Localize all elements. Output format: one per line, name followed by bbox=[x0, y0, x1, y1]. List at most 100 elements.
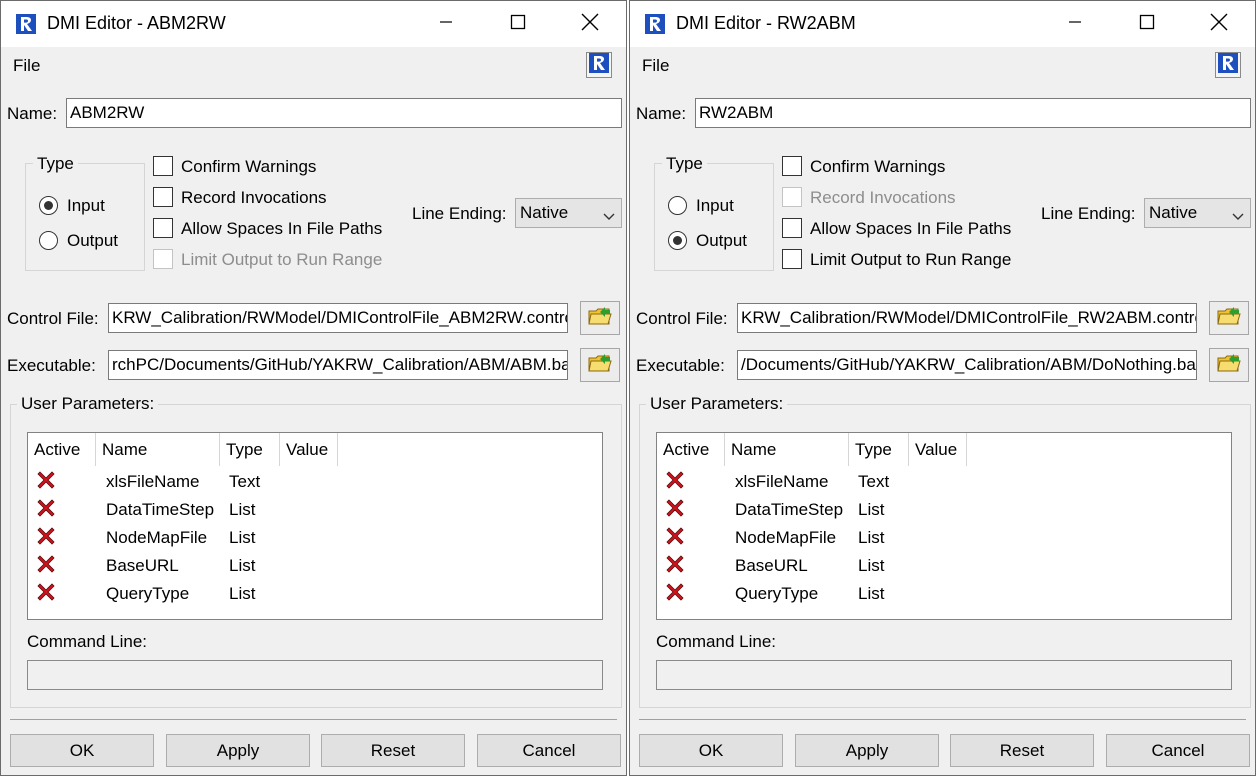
browse-control-file-button[interactable] bbox=[580, 301, 620, 335]
inactive-x-icon[interactable] bbox=[666, 583, 684, 606]
riverware-help-button[interactable] bbox=[586, 52, 612, 78]
table-row[interactable]: QueryType List bbox=[657, 581, 1231, 609]
limit-output-to-run-range-label: Limit Output to Run Range bbox=[181, 250, 383, 269]
maximize-button[interactable] bbox=[482, 1, 554, 47]
column-header-value[interactable]: Value bbox=[280, 433, 338, 466]
browse-executable-button[interactable] bbox=[580, 348, 620, 382]
executable-field[interactable]: /Documents/GitHub/YAKRW_Calibration/ABM/… bbox=[737, 350, 1197, 380]
inactive-x-icon[interactable] bbox=[37, 527, 55, 550]
command-line-label: Command Line: bbox=[27, 632, 148, 651]
table-row[interactable]: DataTimeStep List bbox=[28, 497, 602, 525]
control-file-label: Control File: bbox=[636, 309, 728, 328]
ok-button[interactable]: OK bbox=[639, 734, 783, 767]
close-button[interactable] bbox=[1183, 1, 1255, 47]
cancel-button[interactable]: Cancel bbox=[1106, 734, 1250, 767]
control-file-field[interactable]: KRW_Calibration/RWModel/DMIControlFile_A… bbox=[108, 303, 568, 333]
inactive-x-icon[interactable] bbox=[37, 555, 55, 578]
maximize-button[interactable] bbox=[1111, 1, 1183, 47]
table-row[interactable]: NodeMapFile List bbox=[28, 525, 602, 553]
name-field[interactable]: ABM2RW bbox=[66, 98, 622, 128]
inactive-x-icon[interactable] bbox=[37, 471, 55, 494]
executable-label: Executable: bbox=[636, 356, 725, 375]
column-header-type[interactable]: Type bbox=[220, 433, 280, 466]
control-file-field[interactable]: KRW_Calibration/RWModel/DMIControlFile_R… bbox=[737, 303, 1197, 333]
minimize-icon bbox=[439, 14, 453, 34]
output-radio[interactable] bbox=[668, 231, 687, 250]
title-bar[interactable]: DMI Editor - ABM2RW bbox=[1, 1, 626, 47]
apply-button[interactable]: Apply bbox=[795, 734, 939, 767]
record-invocations-checkbox[interactable] bbox=[153, 187, 173, 207]
close-button[interactable] bbox=[554, 1, 626, 47]
line-ending-label: Line Ending: bbox=[1041, 204, 1136, 223]
limit-output-to-run-range-label: Limit Output to Run Range bbox=[810, 250, 1012, 269]
menu-file[interactable]: File bbox=[642, 56, 669, 76]
param-name: NodeMapFile bbox=[106, 528, 208, 547]
minimize-button[interactable] bbox=[410, 1, 482, 47]
inactive-x-icon[interactable] bbox=[666, 527, 684, 550]
column-header-type[interactable]: Type bbox=[849, 433, 909, 466]
inactive-x-icon[interactable] bbox=[666, 471, 684, 494]
line-ending-value: Native bbox=[520, 203, 569, 222]
inactive-x-icon[interactable] bbox=[37, 499, 55, 522]
inactive-x-icon[interactable] bbox=[666, 555, 684, 578]
menu-bar: File bbox=[1, 47, 626, 83]
inactive-x-icon[interactable] bbox=[37, 583, 55, 606]
input-radio[interactable] bbox=[39, 196, 58, 215]
window-title: DMI Editor - ABM2RW bbox=[47, 13, 226, 33]
output-radio[interactable] bbox=[39, 231, 58, 250]
param-type: List bbox=[229, 584, 256, 603]
line-ending-select[interactable]: Native bbox=[1144, 198, 1251, 228]
reset-button[interactable]: Reset bbox=[321, 734, 465, 767]
reset-button[interactable]: Reset bbox=[950, 734, 1094, 767]
input-radio[interactable] bbox=[668, 196, 687, 215]
riverware-app-icon bbox=[16, 14, 36, 34]
param-type: List bbox=[858, 584, 885, 603]
dmi-editor-window-abm2rw: DMI Editor - ABM2RW File Name: ABM2RW Type In… bbox=[0, 0, 627, 776]
cancel-button[interactable]: Cancel bbox=[477, 734, 621, 767]
column-header-value[interactable]: Value bbox=[909, 433, 967, 466]
window-title: DMI Editor - RW2ABM bbox=[676, 13, 856, 33]
apply-button[interactable]: Apply bbox=[166, 734, 310, 767]
confirm-warnings-label: Confirm Warnings bbox=[810, 157, 946, 176]
ok-button[interactable]: OK bbox=[10, 734, 154, 767]
allow-spaces-in-file-paths-checkbox[interactable] bbox=[782, 218, 802, 238]
limit-output-to-run-range-checkbox[interactable] bbox=[782, 249, 802, 269]
open-folder-icon bbox=[587, 352, 613, 379]
table-row[interactable]: BaseURL List bbox=[28, 553, 602, 581]
browse-control-file-button[interactable] bbox=[1209, 301, 1249, 335]
name-field[interactable]: RW2ABM bbox=[695, 98, 1251, 128]
line-ending-value: Native bbox=[1149, 203, 1198, 222]
column-header-name[interactable]: Name bbox=[96, 433, 220, 466]
param-type: List bbox=[858, 556, 885, 575]
user-parameters-table[interactable]: Active Name Type Value xlsFileName Text DataTi… bbox=[656, 432, 1232, 620]
confirm-warnings-checkbox[interactable] bbox=[782, 156, 802, 176]
riverware-help-button[interactable] bbox=[1215, 52, 1241, 78]
table-row[interactable]: BaseURL List bbox=[657, 553, 1231, 581]
menu-file[interactable]: File bbox=[13, 56, 40, 76]
user-parameters-table[interactable]: Active Name Type Value xlsFileName Text DataTi… bbox=[27, 432, 603, 620]
column-header-active[interactable]: Active bbox=[28, 433, 96, 466]
line-ending-select[interactable]: Native bbox=[515, 198, 622, 228]
command-line-label: Command Line: bbox=[656, 632, 777, 651]
chevron-down-icon bbox=[1232, 207, 1244, 227]
allow-spaces-in-file-paths-checkbox[interactable] bbox=[153, 218, 173, 238]
input-radio-label: Input bbox=[696, 196, 734, 215]
minimize-button[interactable] bbox=[1039, 1, 1111, 47]
table-row[interactable]: xlsFileName Text bbox=[657, 469, 1231, 497]
user-parameters-title: User Parameters: bbox=[17, 394, 159, 414]
table-row[interactable]: DataTimeStep List bbox=[657, 497, 1231, 525]
browse-executable-button[interactable] bbox=[1209, 348, 1249, 382]
table-row[interactable]: NodeMapFile List bbox=[657, 525, 1231, 553]
column-header-active[interactable]: Active bbox=[657, 433, 725, 466]
param-type: List bbox=[229, 500, 256, 519]
confirm-warnings-checkbox[interactable] bbox=[153, 156, 173, 176]
executable-field[interactable]: rchPC/Documents/GitHub/YAKRW_Calibration… bbox=[108, 350, 568, 380]
inactive-x-icon[interactable] bbox=[666, 499, 684, 522]
type-group-title: Type bbox=[33, 154, 78, 174]
table-row[interactable]: QueryType List bbox=[28, 581, 602, 609]
title-bar[interactable]: DMI Editor - RW2ABM bbox=[630, 1, 1255, 47]
table-row[interactable]: xlsFileName Text bbox=[28, 469, 602, 497]
divider bbox=[10, 719, 617, 720]
column-header-name[interactable]: Name bbox=[725, 433, 849, 466]
type-group-title: Type bbox=[662, 154, 707, 174]
